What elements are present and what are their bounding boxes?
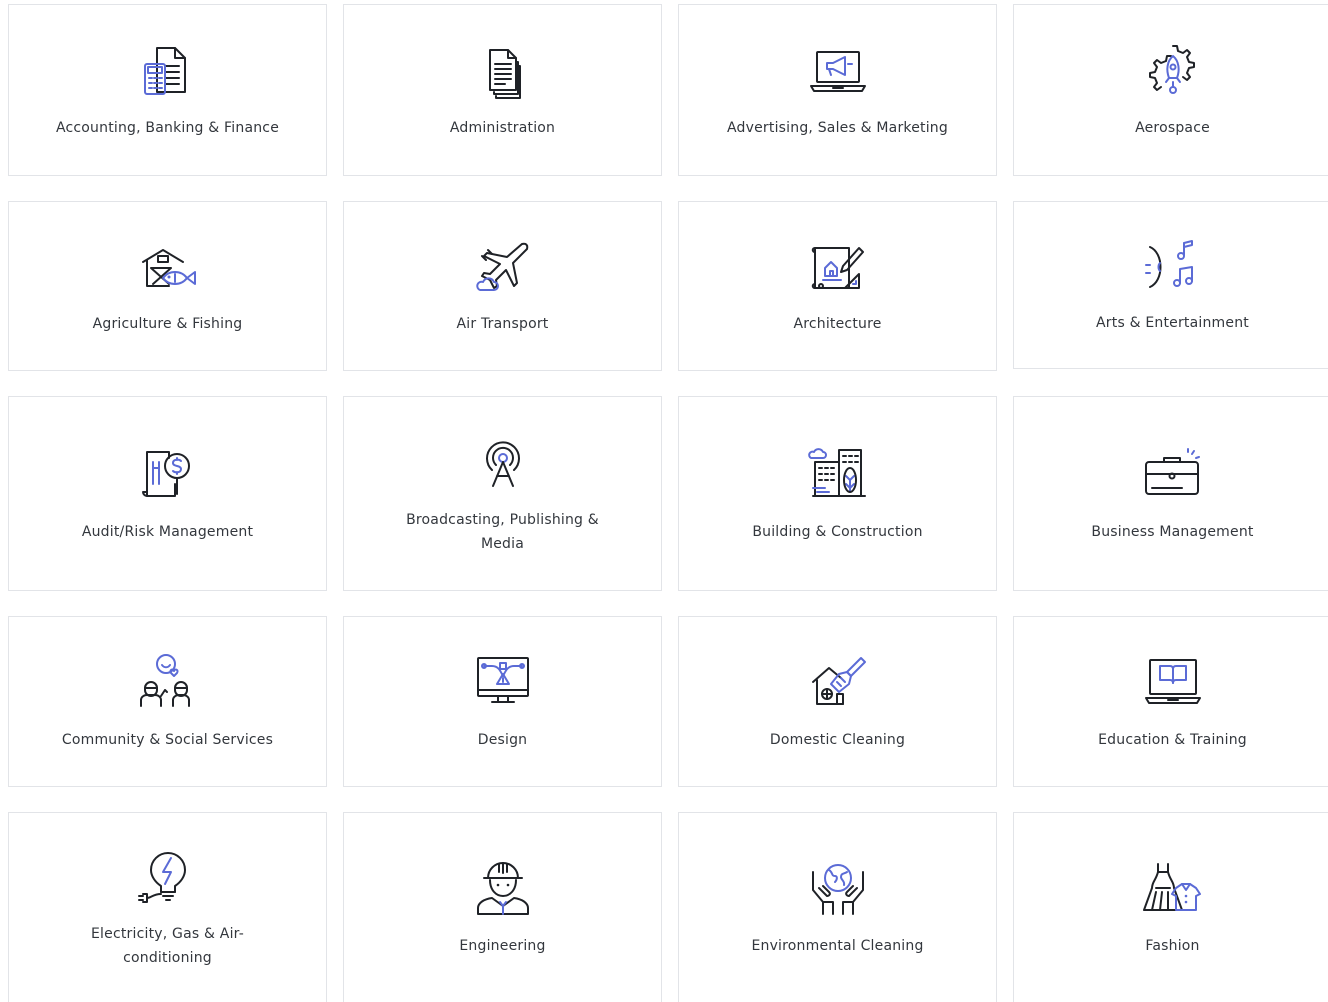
category-card[interactable]: Accounting, Banking & Finance — [8, 4, 327, 176]
house-brush-icon — [807, 652, 869, 714]
hands-globe-icon — [807, 858, 869, 920]
category-label: Accounting, Banking & Finance — [55, 120, 280, 136]
category-card[interactable]: Building & Construction — [678, 396, 997, 591]
category-label: Agriculture & Fishing — [92, 316, 243, 332]
category-card[interactable]: Arts & Entertainment — [1013, 201, 1328, 369]
category-card[interactable]: Air Transport — [343, 201, 662, 371]
category-card[interactable]: Design — [343, 616, 662, 787]
monitor-pen-tool-icon — [472, 652, 534, 714]
laptop-megaphone-icon — [807, 40, 869, 102]
category-label: Domestic Cleaning — [769, 731, 906, 748]
category-label: Broadcasting, Publishing & Media — [406, 511, 599, 552]
category-card[interactable]: Architecture — [678, 201, 997, 371]
category-label: Education & Training — [1098, 731, 1247, 748]
category-card[interactable]: Administration — [343, 4, 662, 176]
category-card[interactable]: Fashion — [1013, 812, 1328, 1002]
briefcase-icon — [1142, 444, 1204, 506]
category-card[interactable]: Business Management — [1013, 396, 1328, 591]
dress-shirt-icon — [1142, 858, 1204, 920]
category-label: Fashion — [1145, 937, 1200, 954]
stacked-documents-icon — [472, 40, 534, 102]
laptop-book-icon — [1142, 652, 1204, 714]
category-label: Design — [477, 731, 528, 748]
category-card[interactable]: Education & Training — [1013, 616, 1328, 787]
blueprint-pencil-icon — [807, 236, 869, 298]
category-label: Business Management — [1091, 523, 1254, 540]
category-label: Aerospace — [1135, 120, 1210, 136]
people-heart-icon — [137, 652, 199, 714]
category-label: Electricity, Gas & Air-conditioning — [91, 925, 244, 966]
category-label: Arts & Entertainment — [1096, 315, 1249, 331]
document-magnifier-dollar-icon — [137, 444, 199, 506]
category-card[interactable]: Aerospace — [1013, 4, 1328, 176]
airplane-cloud-icon — [472, 236, 534, 298]
barn-fish-icon — [137, 236, 199, 298]
category-card[interactable]: Agriculture & Fishing — [8, 201, 327, 371]
music-notes-icon — [1142, 235, 1204, 297]
category-card[interactable]: Domestic Cleaning — [678, 616, 997, 787]
category-label: Environmental Cleaning — [751, 937, 924, 954]
category-card[interactable]: Advertising, Sales & Marketing — [678, 4, 997, 176]
gear-rocket-icon — [1142, 40, 1204, 102]
engineer-helmet-icon — [472, 858, 534, 920]
category-card[interactable]: Audit/Risk Management — [8, 396, 327, 591]
category-label: Administration — [449, 120, 556, 136]
category-label: Engineering — [459, 937, 546, 954]
category-card[interactable]: Community & Social Services — [8, 616, 327, 787]
category-card[interactable]: Environmental Cleaning — [678, 812, 997, 1002]
category-label: Air Transport — [456, 316, 549, 332]
broadcast-tower-icon — [472, 432, 534, 494]
category-card[interactable]: Broadcasting, Publishing & Media — [343, 396, 662, 591]
category-label: Advertising, Sales & Marketing — [727, 120, 948, 136]
lightbulb-bolt-icon — [137, 846, 199, 908]
category-card[interactable]: Engineering — [343, 812, 662, 1002]
category-card[interactable]: Electricity, Gas & Air-conditioning — [8, 812, 327, 1002]
category-grid: Accounting, Banking & Finance Administra… — [0, 0, 1328, 1002]
category-label: Audit/Risk Management — [81, 523, 254, 540]
category-label: Building & Construction — [752, 523, 923, 540]
category-label: Architecture — [793, 316, 882, 332]
buildings-tree-icon — [807, 444, 869, 506]
calculator-document-icon — [137, 40, 199, 102]
category-label: Community & Social Services — [61, 731, 274, 748]
